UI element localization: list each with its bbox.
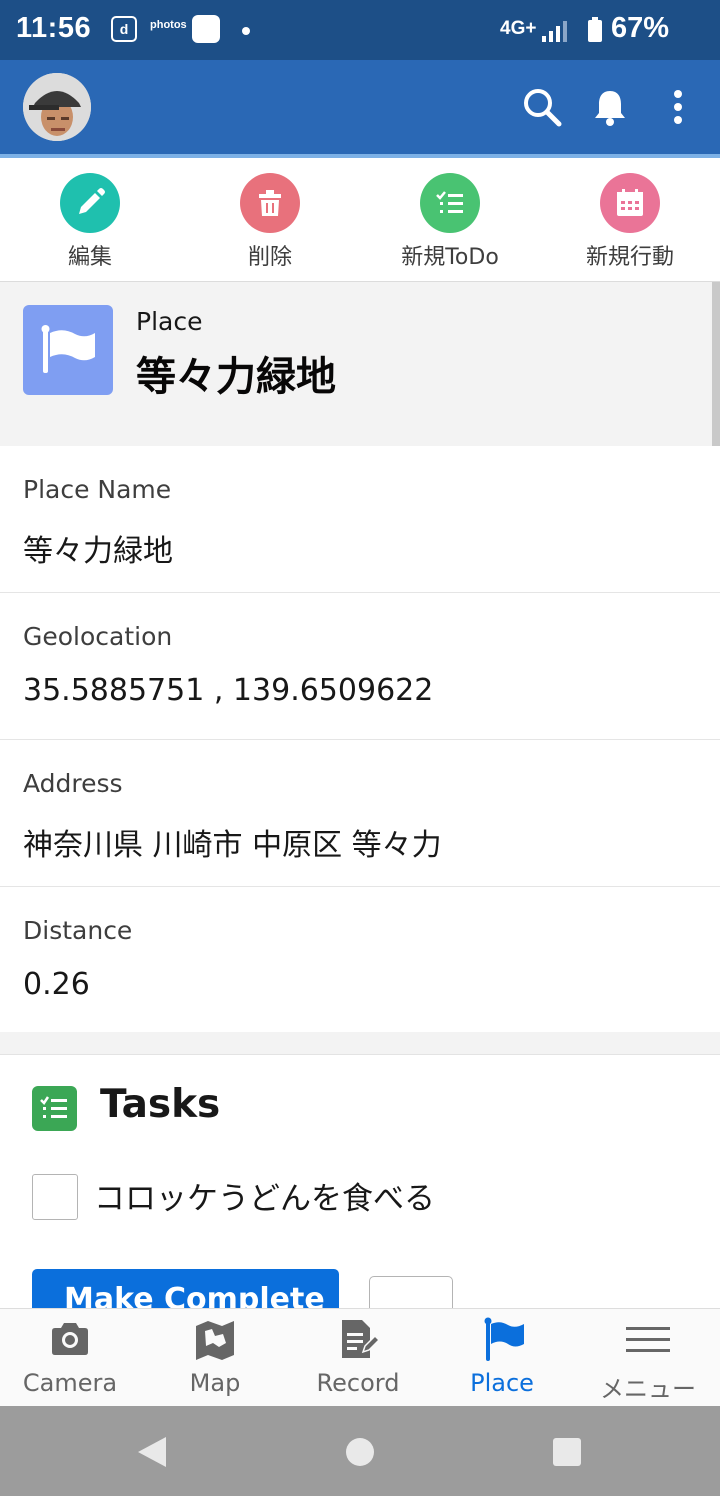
nav-place[interactable]: Place (430, 1309, 574, 1407)
field-label: Distance (23, 916, 133, 945)
map-icon (196, 1321, 234, 1360)
avatar[interactable] (23, 73, 91, 141)
bell-icon[interactable] (588, 85, 632, 129)
field-distance: Distance 0.26 (0, 887, 720, 1033)
trash-icon (240, 173, 300, 233)
search-icon[interactable] (520, 85, 564, 129)
nav-label: メニュー (600, 1375, 696, 1403)
status-time: 11:56 (16, 12, 92, 44)
new-event-label: 新規行動 (585, 245, 674, 270)
nav-label: Map (189, 1369, 241, 1397)
notification-dot-icon (242, 27, 250, 35)
battery-icon (588, 17, 602, 42)
task-list-icon (32, 1086, 77, 1131)
field-geolocation: Geolocation 35.5885751 , 139.6509622 (0, 593, 720, 740)
nav-label: Place (470, 1369, 534, 1397)
camera-icon (52, 1323, 88, 1355)
recents-icon[interactable] (552, 1437, 582, 1467)
app-notification-icon (192, 15, 220, 43)
edit-action[interactable]: 編集 (0, 158, 180, 281)
tasks-title: Tasks (100, 1082, 221, 1127)
nav-record[interactable]: Record (286, 1309, 430, 1407)
task-list-icon (420, 173, 480, 233)
field-label: Geolocation (23, 622, 173, 651)
new-todo-action[interactable]: 新規ToDo (360, 158, 540, 281)
flag-icon (23, 305, 113, 395)
nav-camera[interactable]: Camera (0, 1309, 142, 1407)
d-app-icon: d (111, 16, 137, 42)
edit-label: 編集 (67, 245, 112, 270)
record-actions-bar: 編集 削除 新規ToDo 新規行動 (0, 158, 720, 282)
page-title: 等々力緑地 (136, 354, 336, 400)
more-vert-icon[interactable] (656, 85, 700, 129)
new-event-action[interactable]: 新規行動 (540, 158, 720, 281)
nav-label: Camera (22, 1369, 118, 1397)
field-label: Place Name (23, 475, 172, 504)
back-icon[interactable] (134, 1435, 168, 1469)
field-label: Address (23, 769, 123, 798)
record-type-label: Place (136, 307, 203, 336)
record-icon (342, 1320, 380, 1358)
status-bar: 11:56 d photos 4G+ 67% (0, 0, 720, 60)
nav-menu[interactable]: メニュー (576, 1309, 720, 1407)
calendar-icon (600, 173, 660, 233)
record-details: Place Name 等々力緑地 Geolocation 35.5885751 … (0, 446, 720, 1032)
hamburger-icon (626, 1327, 670, 1352)
nav-map[interactable]: Map (143, 1309, 287, 1407)
field-value: 神奈川県 川崎市 中原区 等々力 (23, 828, 442, 863)
signal-icon (542, 21, 567, 42)
new-todo-label: 新規ToDo (401, 245, 499, 270)
task-text: コロッケうどんを食べる (94, 1181, 435, 1217)
field-value: 35.5885751 , 139.6509622 (23, 673, 434, 708)
network-type: 4G+ (500, 18, 537, 39)
field-place-name: Place Name 等々力緑地 (0, 446, 720, 593)
app-bar (0, 60, 720, 158)
nav-label: Record (316, 1369, 400, 1397)
photos-app-icon: photos (150, 19, 187, 31)
field-value: 等々力緑地 (23, 534, 173, 569)
field-value: 0.26 (23, 967, 90, 1002)
battery-percent: 67% (611, 12, 670, 44)
bottom-nav: Camera Map Record Place メニュー (0, 1308, 720, 1407)
tasks-card: Tasks コロッケうどんを食べる Make Complete (0, 1054, 720, 1333)
delete-action[interactable]: 削除 (180, 158, 360, 281)
delete-label: 削除 (247, 245, 292, 270)
record-header: Place 等々力緑地 (0, 282, 720, 446)
flag-icon (484, 1317, 524, 1361)
home-icon[interactable] (344, 1436, 376, 1468)
task-checkbox[interactable] (32, 1174, 78, 1220)
pencil-icon (60, 173, 120, 233)
system-nav-bar (0, 1406, 720, 1496)
field-address: Address 神奈川県 川崎市 中原区 等々力 (0, 740, 720, 887)
